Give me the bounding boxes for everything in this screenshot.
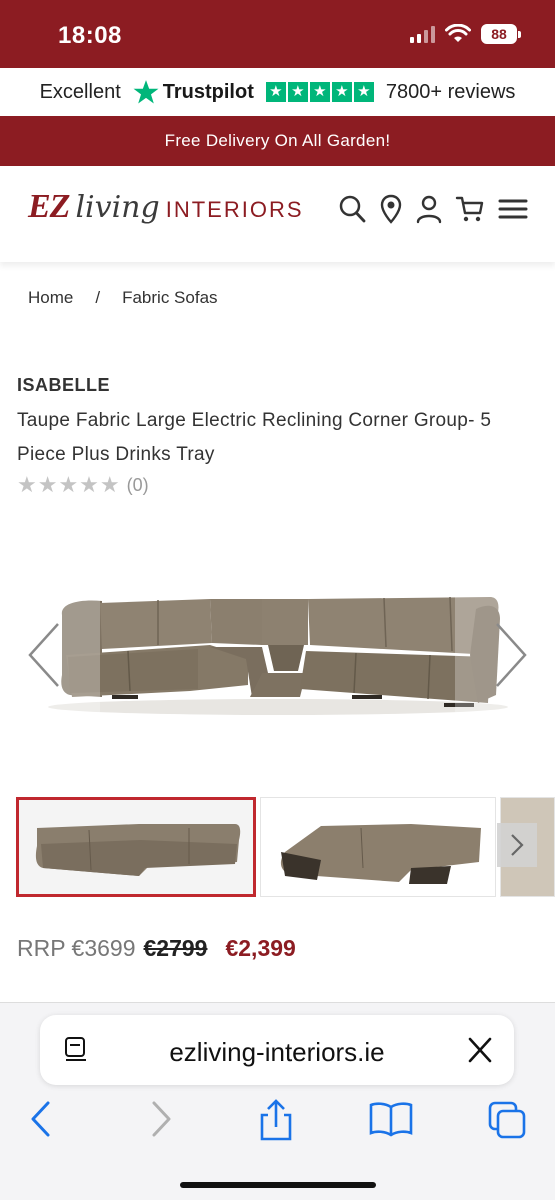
price-now: €2,399 [225,935,296,961]
product-title: Taupe Fabric Large Electric Reclining Co… [17,410,492,465]
home-indicator [180,1182,376,1188]
breadcrumb-separator: / [95,288,101,307]
url-text: ezliving-interiors.ie [169,1037,385,1067]
site-logo[interactable]: EZ living INTERIORS [28,188,304,226]
price-rrp: RRP €3699 [17,935,136,961]
site-header: EZ living INTERIORS [0,166,555,262]
thumbnail-next-button[interactable] [497,823,537,867]
trustpilot-star-box: ★ [309,82,330,102]
promo-text: Free Delivery On All Garden! [164,131,391,150]
price-row: RRP €3699 €2799 €2,399 [17,935,296,962]
trust-rating-word: Excellent [39,80,121,103]
status-time: 18:08 [58,22,122,49]
carousel-prev-arrow-icon[interactable] [24,620,64,690]
menu-icon[interactable] [497,194,529,224]
bookmarks-icon[interactable] [368,1099,414,1139]
logo-ez: EZ [28,188,70,225]
thumbnail-strip [16,797,555,897]
store-locator-pin-icon[interactable] [379,194,403,224]
trustpilot-star-box: ★ [353,82,374,102]
breadcrumb-home[interactable]: Home [28,288,73,308]
trustpilot-star-icon [133,80,159,104]
product-rating[interactable]: ★★★★★ (0) [17,472,149,498]
cart-icon[interactable] [455,194,485,224]
battery-icon: 88 [481,24,521,44]
share-icon[interactable] [256,1099,296,1143]
rating-stars-icon: ★★★★★ [17,472,121,497]
trust-reviews-count: 7800+ reviews [385,80,516,103]
thumbnail-2-image [280,824,481,884]
thumbnail-1-image [35,824,241,876]
trustpilot-bar[interactable]: Excellent Trustpilot ★ ★ ★ ★ ★ 7800+ rev… [0,68,555,116]
trustpilot-star-box: ★ [287,82,308,102]
status-icons: 88 [410,24,521,44]
thumbnail-2[interactable] [260,797,496,897]
product-brand: ISABELLE [17,375,111,395]
trustpilot-brand-text: Trustpilot [162,80,254,103]
breadcrumb-category[interactable]: Fabric Sofas [122,288,217,308]
thumbnail-1[interactable] [16,797,256,897]
header-actions [339,194,529,224]
forward-icon[interactable] [148,1099,174,1139]
status-bar: 18:08 88 [0,0,555,68]
trustpilot-logo: Trustpilot [133,79,254,105]
search-icon[interactable] [339,194,367,224]
logo-interiors: INTERIORS [165,197,304,222]
browser-nav [0,1099,555,1149]
tabs-icon[interactable] [486,1099,528,1141]
close-icon[interactable] [466,1035,494,1065]
trustpilot-star-box: ★ [265,82,286,102]
browser-toolbar: ezliving-interiors.ie [0,1002,555,1200]
chevron-right-icon [511,834,524,856]
carousel-next-arrow-icon[interactable] [491,620,531,690]
back-icon[interactable] [28,1099,54,1139]
trustpilot-star-box: ★ [331,82,352,102]
signal-icon [410,25,435,43]
trustpilot-stars: ★ ★ ★ ★ ★ [265,82,374,102]
logo-living: living [75,190,160,225]
price-was: €2799 [143,935,208,961]
address-bar[interactable]: ezliving-interiors.ie [40,1015,514,1085]
wifi-icon [445,24,471,42]
product-main-image[interactable] [0,585,555,725]
rating-count: (0) [126,474,149,495]
breadcrumb: Home / Fabric Sofas [28,288,218,308]
promo-banner[interactable]: Free Delivery On All Garden! [0,116,555,166]
account-icon[interactable] [415,194,443,224]
